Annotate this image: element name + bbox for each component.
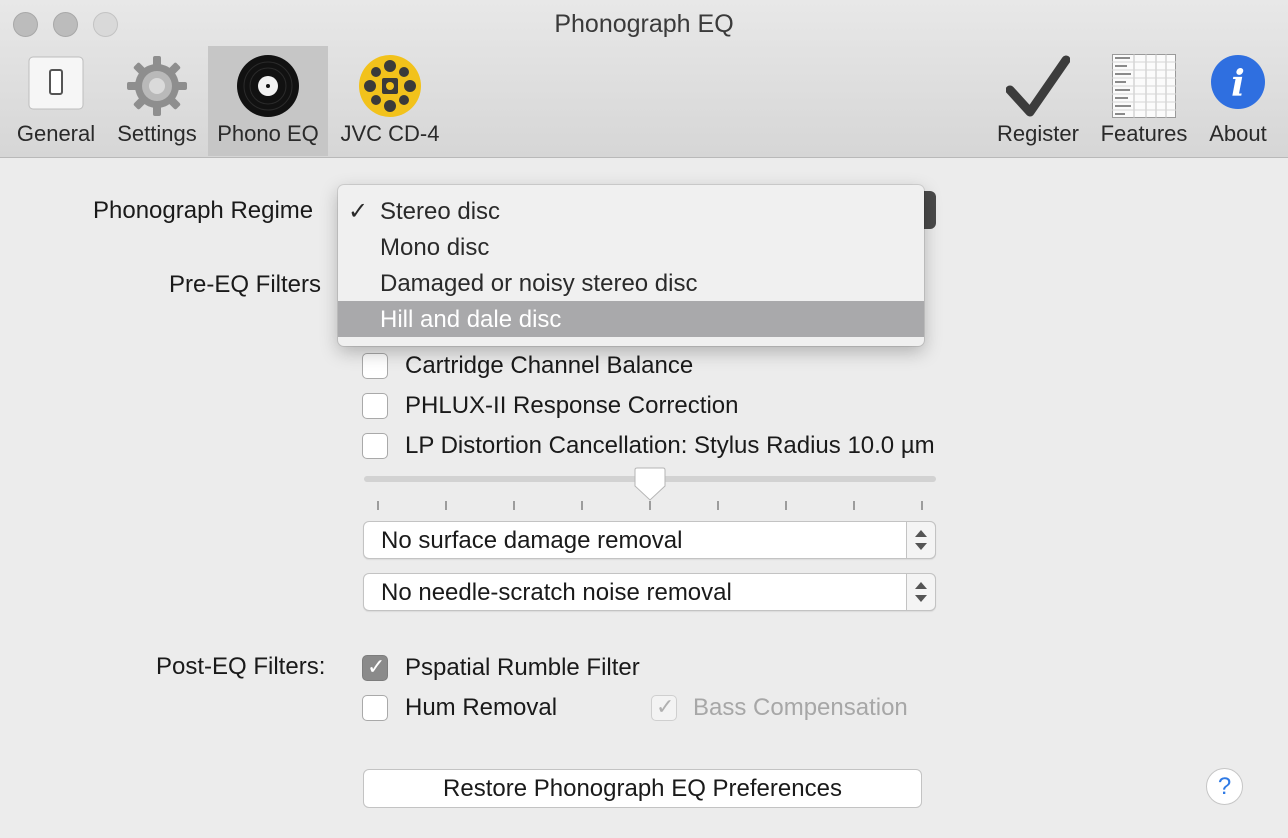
surface-damage-popup[interactable]: No surface damage removal <box>363 521 936 559</box>
menu-item-mono-disc[interactable]: Mono disc <box>338 229 924 265</box>
svg-text:i: i <box>1231 63 1245 105</box>
needle-scratch-popup[interactable]: No needle-scratch noise removal <box>363 573 936 611</box>
phlux-response-correction-label: PHLUX-II Response Correction <box>405 392 739 419</box>
menu-item-label: Hill and dale disc <box>380 306 562 333</box>
slider-tick <box>853 501 855 510</box>
hum-removal-label: Hum Removal <box>405 694 558 721</box>
slider-tick <box>581 501 583 510</box>
slider-tick <box>445 501 447 510</box>
window-title: Phonograph EQ <box>554 10 734 38</box>
rumble-filter-checkbox[interactable]: ✓ <box>362 654 388 681</box>
restore-preferences-button[interactable]: Restore Phonograph EQ Preferences <box>363 769 922 808</box>
help-button[interactable]: ? <box>1206 768 1243 805</box>
toolbar-item-features[interactable]: Features <box>1094 46 1194 156</box>
title-bar: Phonograph EQ General Settings Phono EQ … <box>0 0 1288 158</box>
slider-tick <box>785 501 787 510</box>
menu-item-stereo-disc[interactable]: ✓ Stereo disc <box>338 193 924 229</box>
spreadsheet-icon <box>1112 54 1176 123</box>
toolbar-label: Register <box>997 121 1079 146</box>
toolbar-label: Settings <box>117 121 197 146</box>
slider-tick <box>921 501 923 510</box>
menu-item-hill-and-dale-disc[interactable]: Hill and dale disc <box>338 301 924 337</box>
menu-item-damaged-stereo-disc[interactable]: Damaged or noisy stereo disc <box>338 265 924 301</box>
menu-item-label: Damaged or noisy stereo disc <box>380 270 698 297</box>
toolbar-label: JVC CD-4 <box>340 121 440 146</box>
toolbar-item-phono-eq[interactable]: Phono EQ <box>208 46 328 156</box>
slider-tick <box>717 501 719 510</box>
toolbar-item-jvc-cd4[interactable]: JVC CD-4 <box>332 46 448 156</box>
rumble-filter-label: Pspatial Rumble Filter <box>405 654 640 681</box>
bass-compensation-checkbox: ✓ <box>651 694 677 721</box>
toolbar-item-register[interactable]: Register <box>990 46 1086 156</box>
post-eq-filters-label: Post-EQ Filters: <box>156 653 326 680</box>
chevron-updown-icon <box>906 573 936 611</box>
hum-removal-checkbox[interactable] <box>362 695 388 721</box>
chevron-updown-icon <box>906 521 936 559</box>
switch-icon <box>28 54 84 115</box>
checkmark-icon: ✓ <box>656 694 675 719</box>
slider-tick <box>513 501 515 510</box>
slider-tick <box>377 501 379 510</box>
lp-distortion-cancellation-checkbox[interactable] <box>362 433 388 459</box>
toolbar-label: Phono EQ <box>217 121 319 146</box>
gear-icon <box>125 54 189 123</box>
menu-item-label: Mono disc <box>380 234 490 261</box>
menu-item-label: Stereo disc <box>380 198 501 225</box>
toolbar-label: General <box>16 121 96 146</box>
checkmark-icon <box>1005 54 1071 123</box>
vinyl-record-icon <box>236 54 300 123</box>
regime-dropdown-menu: ✓ Stereo disc Mono disc Damaged or noisy… <box>338 185 924 346</box>
toolbar-label: Features <box>1100 121 1188 146</box>
phonograph-regime-label: Phonograph Regime <box>93 197 314 224</box>
bass-compensation-label: Bass Compensation <box>693 694 908 721</box>
lp-distortion-cancellation-label: LP Distortion Cancellation: Stylus Radiu… <box>405 432 935 459</box>
checkmark-icon: ✓ <box>367 654 386 679</box>
toolbar-item-settings[interactable]: Settings <box>108 46 206 156</box>
slider-tick <box>649 501 651 510</box>
toolbar-label: About <box>1209 121 1267 146</box>
checkmark-icon: ✓ <box>348 198 369 225</box>
cartridge-channel-balance-checkbox[interactable] <box>362 353 388 379</box>
surface-damage-value: No surface damage removal <box>381 527 683 554</box>
needle-scratch-value: No needle-scratch noise removal <box>381 579 732 606</box>
cd4-icon <box>358 54 422 123</box>
toolbar-item-about[interactable]: i About <box>1198 46 1278 156</box>
cartridge-channel-balance-label: Cartridge Channel Balance <box>405 352 694 379</box>
pre-eq-filters-label: Pre-EQ Filters <box>169 271 322 298</box>
toolbar-item-general[interactable]: General <box>6 46 106 156</box>
phlux-response-correction-checkbox[interactable] <box>362 393 388 419</box>
info-icon: i <box>1210 54 1266 115</box>
